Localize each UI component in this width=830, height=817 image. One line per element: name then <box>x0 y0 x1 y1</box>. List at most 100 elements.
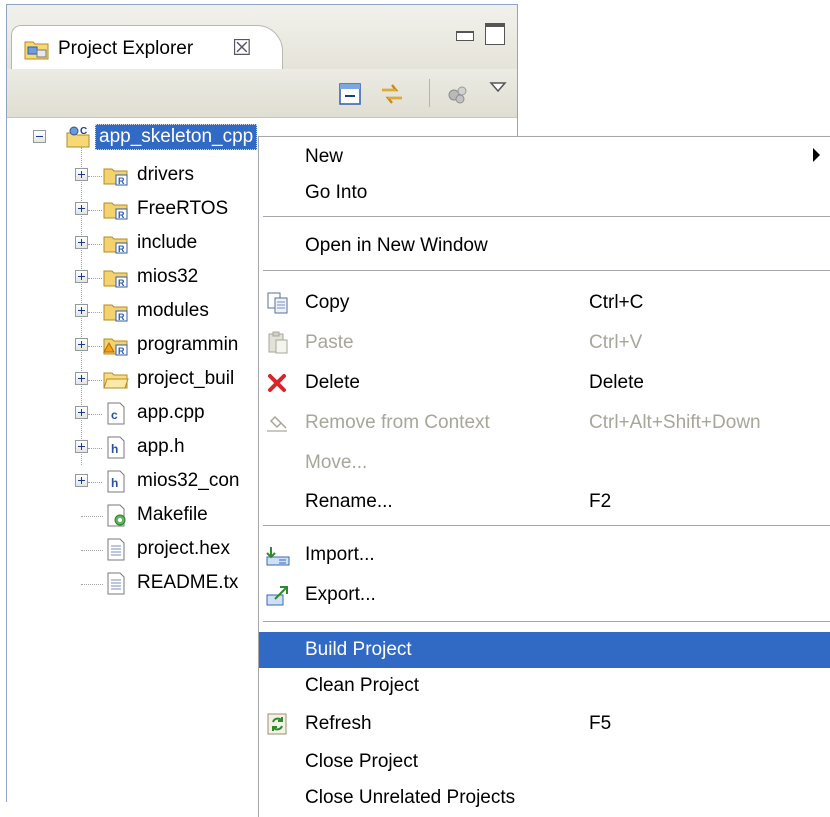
svg-text:h: h <box>111 442 118 456</box>
collapse-all-icon[interactable] <box>337 81 363 107</box>
menu-item-label: Close Unrelated Projects <box>305 787 516 808</box>
expand-toggle-icon[interactable] <box>75 168 88 181</box>
expand-toggle-icon[interactable] <box>75 474 88 487</box>
tree-item-label: FreeRTOS <box>137 198 229 219</box>
tree-item[interactable]: R mios32 <box>7 261 265 295</box>
source-folder-icon: R <box>103 202 128 220</box>
tree-item[interactable]: R drivers <box>7 159 265 193</box>
menu-item-import[interactable]: Import... <box>259 537 830 573</box>
svg-text:C: C <box>80 126 87 137</box>
view-toolbar <box>7 69 517 118</box>
menu-item-paste[interactable]: Paste Ctrl+V <box>259 325 830 361</box>
menu-item-close-unrelated-projects[interactable]: Close Unrelated Projects <box>259 780 830 816</box>
menu-item-copy[interactable]: Copy Ctrl+C <box>259 285 830 321</box>
menu-item-close-project[interactable]: Close Project <box>259 744 830 780</box>
tree-item-label: modules <box>137 300 209 321</box>
tree-item[interactable]: Makefile <box>7 499 265 533</box>
tree-item-label: mios32 <box>137 266 199 287</box>
menu-item-build-project[interactable]: Build Project <box>259 632 830 668</box>
menu-item-export[interactable]: Export... <box>259 577 830 613</box>
tab-project-explorer[interactable]: Project Explorer ☒ <box>11 25 283 69</box>
maximize-icon[interactable] <box>485 23 505 45</box>
context-menu: New Go Into Open in New Window Copy Ctrl… <box>258 136 830 817</box>
menu-item-rename[interactable]: Rename... F2 <box>259 484 830 520</box>
menu-item-label: Rename... <box>305 491 393 512</box>
tree-item[interactable]: h app.h <box>7 431 265 465</box>
tree-item-label: project_buil <box>137 368 235 389</box>
source-folder-icon: R <box>103 304 128 322</box>
menu-separator <box>263 621 830 622</box>
svg-text:R: R <box>118 244 125 254</box>
copy-icon <box>267 292 288 314</box>
tree-item[interactable]: project.hex <box>7 533 265 567</box>
close-icon[interactable]: ☒ <box>232 35 252 61</box>
expand-toggle-icon[interactable] <box>75 440 88 453</box>
menu-item-new[interactable]: New <box>259 139 830 175</box>
menu-item-label: Go Into <box>305 182 368 203</box>
cpp-file-icon: c <box>107 402 125 425</box>
tree-item[interactable]: README.tx <box>7 567 265 601</box>
menu-item-shortcut: F2 <box>589 491 612 512</box>
source-folder-icon: R <box>103 236 128 254</box>
source-folder-icon: R <box>103 168 128 186</box>
tree-item[interactable]: R programmin <box>7 329 265 363</box>
expand-toggle-icon[interactable] <box>75 338 88 351</box>
header-file-icon: h <box>107 436 125 459</box>
menu-item-label: Clean Project <box>305 675 420 696</box>
tree-item[interactable]: R include <box>7 227 265 261</box>
tree-item[interactable]: R modules <box>7 295 265 329</box>
tree-item-label: app.h <box>137 436 185 457</box>
menu-item-clean-project[interactable]: Clean Project <box>259 668 830 704</box>
menu-item-label: Import... <box>305 544 375 565</box>
menu-item-remove-from-context[interactable]: Remove from Context Ctrl+Alt+Shift+Down <box>259 405 830 441</box>
tree-item[interactable]: c app.cpp <box>7 397 265 431</box>
menu-item-shortcut: Ctrl+C <box>589 292 644 313</box>
expand-toggle-icon[interactable] <box>75 304 88 317</box>
menu-item-label: Build Project <box>305 639 412 660</box>
text-file-icon <box>107 572 125 595</box>
menu-item-label: Paste <box>305 332 354 353</box>
tree-item-label: include <box>137 232 198 253</box>
filter-icon[interactable] <box>445 81 471 107</box>
svg-text:R: R <box>118 278 125 288</box>
export-icon <box>266 586 288 606</box>
text-file-icon <box>107 538 125 561</box>
svg-text:R: R <box>118 346 125 356</box>
menu-item-label: Close Project <box>305 751 418 772</box>
svg-text:R: R <box>118 176 125 186</box>
import-icon <box>266 547 290 566</box>
menu-item-delete[interactable]: Delete Delete <box>259 365 830 401</box>
warning-folder-icon: R <box>103 338 128 356</box>
tree-item-label: app.cpp <box>137 402 205 423</box>
expand-toggle-icon[interactable] <box>75 372 88 385</box>
menu-item-move[interactable]: Move... <box>259 445 830 481</box>
svg-text:c: c <box>111 408 118 422</box>
expand-toggle-icon[interactable] <box>75 236 88 249</box>
menu-item-go-into[interactable]: Go Into <box>259 175 830 211</box>
svg-text:R: R <box>118 210 125 220</box>
expand-toggle-icon[interactable] <box>75 406 88 419</box>
menu-item-open-in-new-window[interactable]: Open in New Window <box>259 228 830 264</box>
collapse-toggle-icon[interactable] <box>33 130 46 143</box>
view-menu-icon[interactable] <box>485 75 511 101</box>
link-with-editor-icon[interactable] <box>379 81 405 107</box>
menu-item-label: Open in New Window <box>305 235 488 256</box>
view-tab-bar: Project Explorer ☒ <box>7 5 517 69</box>
menu-item-refresh[interactable]: Refresh F5 <box>259 706 830 742</box>
menu-item-shortcut: Ctrl+Alt+Shift+Down <box>589 412 761 433</box>
svg-text:h: h <box>111 476 118 490</box>
expand-toggle-icon[interactable] <box>75 270 88 283</box>
minimize-icon[interactable] <box>456 31 474 41</box>
tree-item-label: project.hex <box>137 538 230 559</box>
tree-item[interactable]: project_buil <box>7 363 265 397</box>
tree-item[interactable]: h mios32_con <box>7 465 265 499</box>
tree-item[interactable]: R FreeRTOS <box>7 193 265 227</box>
menu-item-label: Move... <box>305 452 368 473</box>
expand-toggle-icon[interactable] <box>75 202 88 215</box>
source-folder-icon: R <box>103 270 128 288</box>
menu-separator <box>263 270 830 271</box>
makefile-icon <box>107 504 126 527</box>
delete-icon <box>268 374 286 392</box>
toolbar-separator <box>429 79 430 107</box>
paste-icon <box>268 331 288 354</box>
